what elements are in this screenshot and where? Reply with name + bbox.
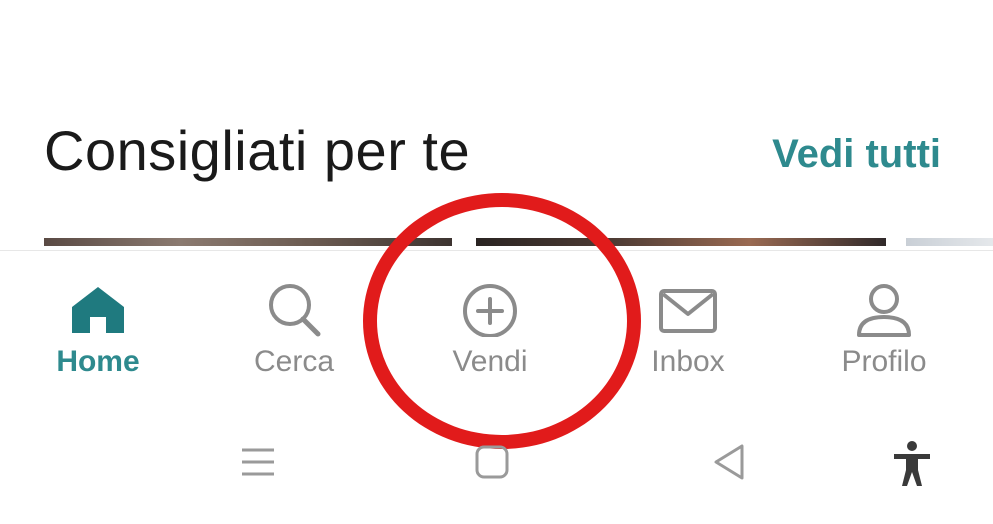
recommended-section-header: Consigliati per te Vedi tutti: [0, 0, 993, 240]
nav-label-sell: Vendi: [452, 345, 528, 378]
product-thumbnail[interactable]: [476, 238, 886, 246]
nav-label-search: Cerca: [253, 345, 335, 378]
nav-item-home[interactable]: Home: [8, 251, 188, 406]
nav-label-home: Home: [56, 345, 140, 378]
product-thumbnails-strip: [0, 238, 993, 250]
mail-icon: [659, 289, 717, 333]
home-square-icon[interactable]: [470, 440, 514, 484]
search-icon: [269, 284, 321, 337]
android-system-navigation-bar: [0, 420, 993, 524]
user-icon: [857, 284, 911, 337]
nav-item-search[interactable]: Cerca: [204, 251, 384, 406]
nav-item-inbox[interactable]: Inbox: [598, 251, 778, 406]
product-thumbnail[interactable]: [906, 238, 993, 246]
nav-item-profile[interactable]: Profilo: [794, 251, 974, 406]
section-title: Consigliati per te: [44, 119, 471, 182]
nav-label-profile: Profilo: [841, 345, 927, 378]
nav-label-inbox: Inbox: [651, 345, 725, 378]
plus-circle-icon: [463, 284, 517, 337]
recent-apps-icon[interactable]: [238, 440, 278, 484]
see-all-link[interactable]: Vedi tutti: [772, 132, 941, 177]
product-thumbnail[interactable]: [44, 238, 452, 246]
home-icon: [72, 287, 124, 333]
accessibility-icon[interactable]: [890, 440, 934, 490]
bottom-navigation-bar: Home Cerca Vendi Inbox Profilo: [0, 250, 993, 406]
nav-item-sell[interactable]: Vendi: [400, 251, 580, 406]
back-triangle-icon[interactable]: [708, 440, 752, 484]
